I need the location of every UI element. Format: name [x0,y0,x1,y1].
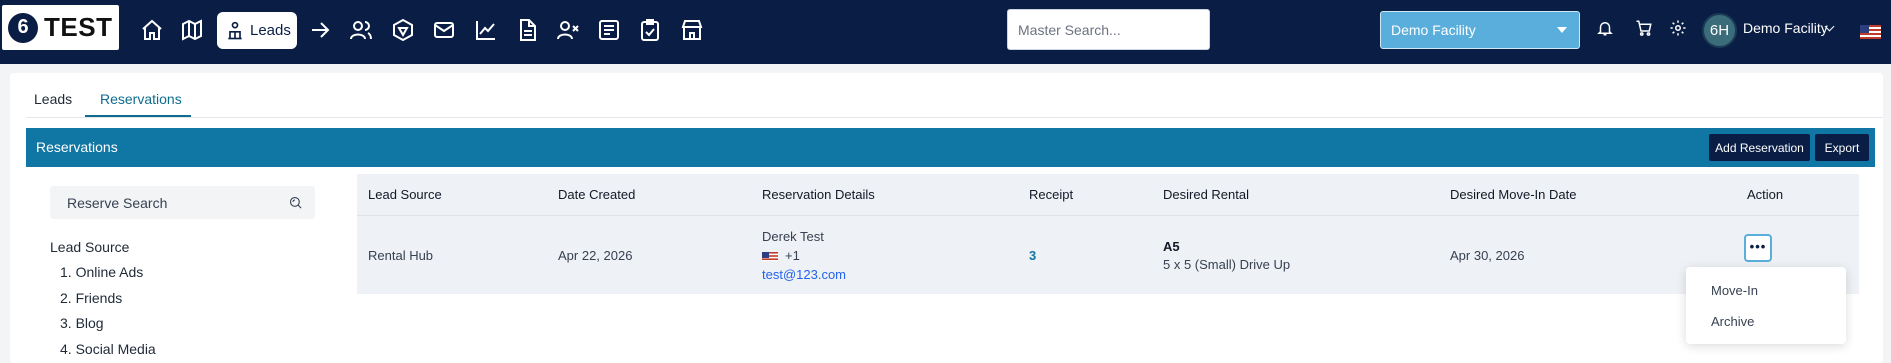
table-row[interactable]: Rental Hub Apr 22, 2026 Derek Test +1 te… [357,215,1859,294]
list-icon[interactable] [596,17,622,43]
lead-source-item[interactable]: 1. Online Ads [60,264,143,280]
column-header: Receipt [1029,187,1074,202]
reserve-search-placeholder: Reserve Search [67,195,168,211]
column-header: Action [1747,187,1784,202]
row-actions-button[interactable]: ••• [1744,234,1772,262]
cart-icon[interactable] [1634,18,1654,38]
receipt-link[interactable]: 3 [1029,248,1036,263]
add-reservation-button[interactable]: Add Reservation [1709,134,1810,161]
master-search-input[interactable] [1007,9,1210,50]
chevron-down-icon [1557,27,1567,33]
clipboard-check-icon[interactable] [637,17,663,43]
document-icon[interactable] [514,17,540,43]
reservation-name: Derek Test [762,229,824,244]
nav-leads-label: Leads [250,22,291,39]
facility-select-value: Demo Facility [1391,22,1476,38]
rental-unit: A5 [1163,239,1180,254]
us-flag-icon [762,250,778,261]
reservations-table: Lead Source Date Created Reservation Det… [357,174,1859,294]
mail-icon[interactable] [431,17,457,43]
menu-item-move-in[interactable]: Move-In [1711,283,1758,298]
date-created-cell: Apr 22, 2026 [558,248,633,263]
avatar[interactable]: 6H [1702,13,1737,48]
tabs-divider [26,117,1883,118]
column-header: Desired Move-In Date [1450,187,1577,202]
user-menu-name[interactable]: Demo Facility [1743,20,1828,36]
logo-badge: 6 [8,12,38,43]
search-icon [289,196,302,209]
home-icon[interactable] [139,17,165,43]
reservation-phone: +1 [785,248,800,263]
reservations-header: Reservations Add Reservation Export [26,128,1875,167]
hexagon-icon[interactable] [390,17,416,43]
column-header: Lead Source [368,187,442,202]
leads-icon [228,21,242,39]
table-header: Lead Source Date Created Reservation Det… [357,174,1859,215]
arrow-right-icon[interactable] [307,17,333,43]
lead-source-item[interactable]: 3. Blog [60,315,104,331]
tab-leads[interactable]: Leads [34,91,72,107]
gear-icon[interactable] [1668,18,1688,38]
reservation-email-link[interactable]: test@123.com [762,267,846,282]
lead-source-item[interactable]: 4. Social Media [60,341,156,357]
export-button[interactable]: Export [1815,134,1869,161]
column-header: Date Created [558,187,636,202]
chart-line-icon[interactable] [473,17,499,43]
nav-leads-button[interactable]: Leads [217,12,297,49]
rental-unit-description: 5 x 5 (Small) Drive Up [1163,257,1291,272]
user-x-icon[interactable] [555,17,581,43]
column-header: Reservation Details [762,187,875,202]
reservations-title: Reservations [36,139,118,155]
app-logo[interactable]: 6 TEST [2,5,119,50]
lead-source-cell: Rental Hub [368,248,434,263]
lead-source-title: Lead Source [50,239,130,255]
tab-reservations[interactable]: Reservations [100,91,182,107]
menu-item-archive[interactable]: Archive [1711,314,1754,329]
store-icon[interactable] [679,17,705,43]
reserve-search-input[interactable]: Reserve Search [50,186,315,219]
top-navbar: 6 TEST Leads Demo Facility [0,0,1891,64]
row-actions-menu: Move-In Archive [1686,267,1846,344]
map-icon[interactable] [179,17,205,43]
logo-text: TEST [44,12,113,42]
facility-select[interactable]: Demo Facility [1380,11,1580,49]
us-flag-icon[interactable] [1860,25,1881,39]
move-in-date-cell: Apr 30, 2026 [1450,248,1525,263]
bell-icon[interactable] [1595,18,1615,38]
users-icon[interactable] [348,17,374,43]
column-header: Desired Rental [1163,187,1249,202]
lead-source-item[interactable]: 2. Friends [60,290,122,306]
